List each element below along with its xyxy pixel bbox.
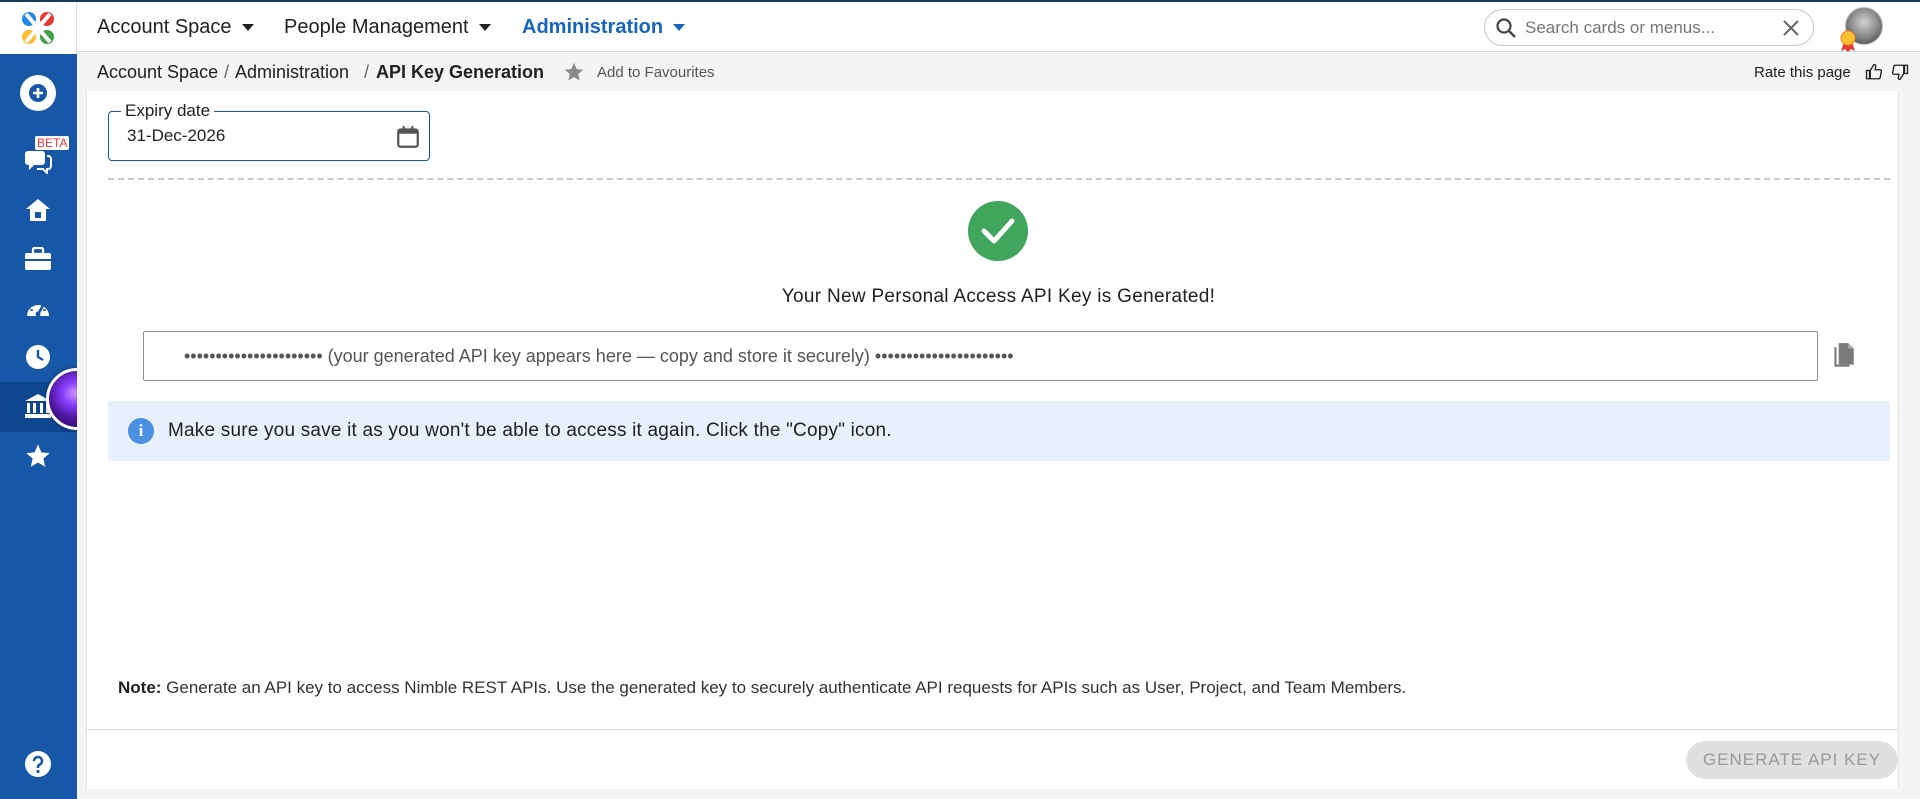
content-gutter-right bbox=[1899, 91, 1920, 799]
app-logo[interactable] bbox=[0, 2, 77, 54]
thumbs-up-icon[interactable] bbox=[1865, 63, 1883, 81]
nav-administration[interactable]: Administration bbox=[522, 2, 686, 52]
add-to-favourites-button[interactable]: Add to Favourites bbox=[563, 53, 715, 91]
content-gutter-left bbox=[77, 91, 86, 799]
api-key-field[interactable]: •••••••••••••••••••••• (your generated A… bbox=[143, 331, 1818, 381]
api-note: Note: Generate an API key to access Nimb… bbox=[118, 678, 1406, 698]
rate-this-page: Rate this page bbox=[1754, 53, 1909, 91]
nav-label: People Management bbox=[284, 15, 469, 38]
beta-badge: BETA bbox=[35, 136, 70, 150]
caret-down-icon bbox=[241, 23, 254, 31]
calendar-icon[interactable] bbox=[395, 124, 421, 150]
info-alert-text: Make sure you save it as you won't be ab… bbox=[168, 420, 892, 441]
success-message: Your New Personal Access API Key is Gene… bbox=[781, 286, 1216, 307]
copy-icon[interactable] bbox=[1830, 342, 1856, 370]
content-gutter-bottom bbox=[77, 789, 1920, 799]
logo-icon bbox=[22, 12, 54, 44]
search-icon bbox=[1496, 17, 1516, 38]
favourites-star-icon[interactable] bbox=[18, 436, 58, 476]
expiry-date-field[interactable]: Expiry date bbox=[108, 101, 430, 161]
achievement-medal-icon bbox=[1840, 30, 1856, 52]
breadcrumb-separator: / bbox=[224, 61, 230, 82]
expiry-date-input[interactable] bbox=[127, 126, 377, 146]
rate-page-label: Rate this page bbox=[1754, 63, 1851, 81]
top-navigation-bar: Account Space People Management Administ… bbox=[77, 2, 1920, 52]
generate-api-key-button[interactable]: GENERATE API KEY bbox=[1686, 741, 1898, 779]
success-check-icon bbox=[968, 201, 1028, 261]
footer-divider bbox=[86, 729, 1899, 730]
breadcrumb-current-page: API Key Generation bbox=[376, 61, 545, 82]
caret-down-icon bbox=[478, 23, 491, 31]
nav-people-management[interactable]: People Management bbox=[284, 2, 491, 52]
thumbs-down-icon[interactable] bbox=[1891, 63, 1909, 81]
breadcrumb-administration[interactable]: Administration bbox=[235, 53, 349, 91]
breadcrumb-bar: Account Space / Administration / API Key… bbox=[77, 53, 1920, 91]
info-icon: i bbox=[128, 418, 154, 444]
add-to-favourites-label: Add to Favourites bbox=[597, 63, 715, 81]
clock-icon[interactable] bbox=[18, 337, 58, 377]
note-label: Note: bbox=[118, 678, 162, 697]
breadcrumb-separator: / bbox=[364, 61, 370, 82]
section-divider bbox=[108, 178, 1890, 180]
nav-account-space[interactable]: Account Space bbox=[97, 2, 254, 52]
info-alert: i Make sure you save it as you won't be … bbox=[108, 401, 1890, 461]
briefcase-icon[interactable] bbox=[18, 239, 58, 279]
expiry-date-label: Expiry date bbox=[121, 101, 215, 121]
home-icon[interactable] bbox=[18, 190, 58, 230]
clear-search-icon[interactable] bbox=[1781, 18, 1801, 38]
nav-label: Account Space bbox=[97, 15, 232, 38]
nav-label: Administration bbox=[522, 15, 664, 38]
help-icon[interactable] bbox=[18, 744, 58, 784]
star-icon bbox=[564, 62, 584, 81]
search-input[interactable] bbox=[1525, 17, 1765, 38]
caret-down-icon bbox=[673, 23, 686, 31]
search-box[interactable] bbox=[1484, 9, 1814, 46]
note-text: Generate an API key to access Nimble RES… bbox=[161, 678, 1407, 697]
breadcrumb-account-space[interactable]: Account Space bbox=[97, 53, 218, 91]
create-new-icon[interactable] bbox=[18, 73, 58, 113]
